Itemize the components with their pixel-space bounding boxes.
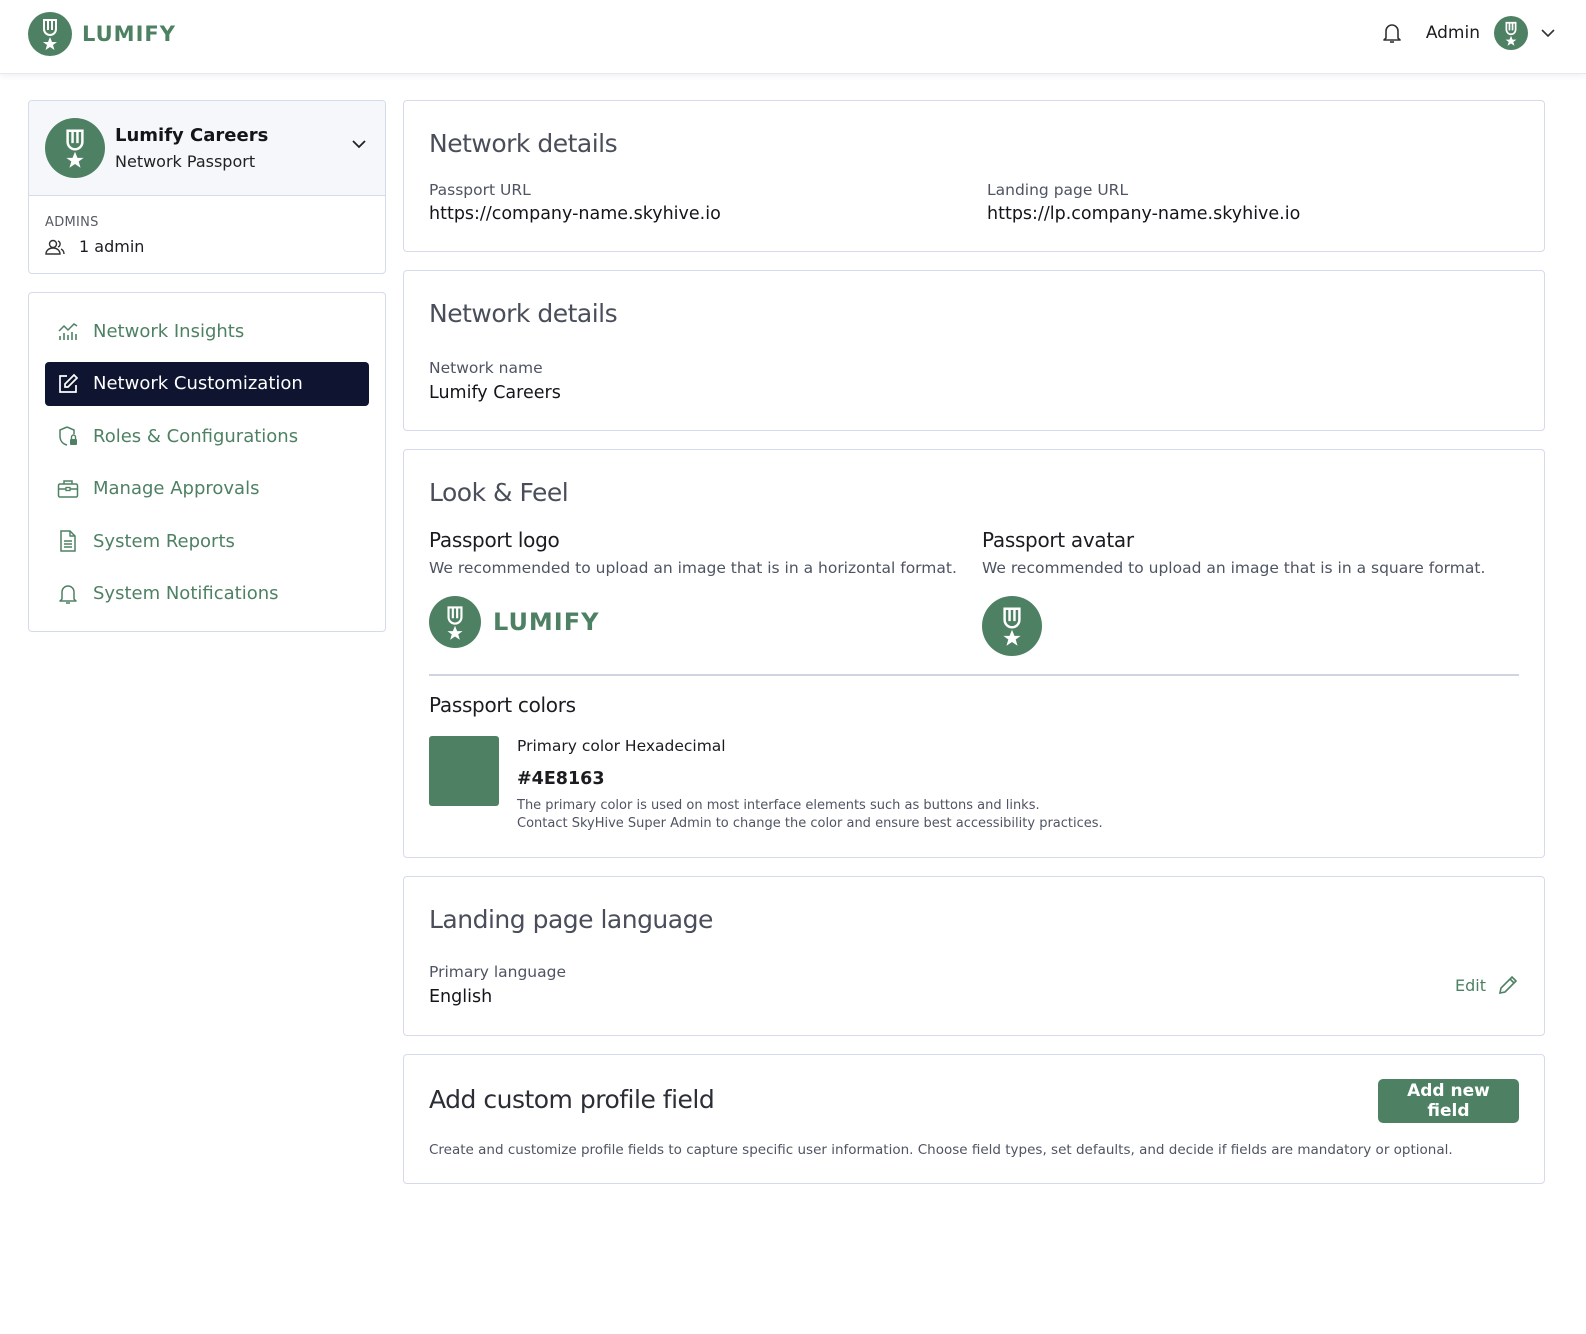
passport-avatar-hint: We recommended to upload an image that i…: [982, 559, 1486, 577]
briefcase-icon: [57, 478, 79, 500]
edit-label: Edit: [1455, 975, 1486, 995]
admins-label: ADMINS: [45, 215, 99, 230]
card-title: Add custom profile field: [429, 1085, 715, 1114]
medal-icon: [429, 596, 481, 648]
network-name-value: Lumify Careers: [429, 383, 561, 403]
user-name[interactable]: Admin: [1426, 23, 1480, 43]
org-avatar: [45, 118, 105, 178]
primary-color-label: Primary color Hexadecimal: [517, 737, 726, 755]
edit-icon: [57, 373, 79, 395]
notifications-button[interactable]: [1380, 19, 1404, 47]
org-switcher[interactable]: Lumify Careers Network Passport: [29, 101, 385, 196]
primary-color-note-2: Contact SkyHive Super Admin to change th…: [517, 816, 1103, 831]
chart-icon: [57, 320, 79, 342]
passport-url-label: Passport URL: [429, 181, 531, 199]
landing-language-card: Landing page language Primary language E…: [403, 876, 1545, 1036]
sidebar-item-label: Manage Approvals: [93, 478, 260, 499]
primary-language-value: English: [429, 987, 493, 1007]
passport-logo-hint: We recommended to upload an image that i…: [429, 559, 957, 577]
medal-icon: [982, 596, 1042, 656]
primary-language-label: Primary language: [429, 963, 566, 981]
landing-url-value: https://lp.company-name.skyhive.io: [987, 204, 1301, 224]
org-subtitle: Network Passport: [115, 152, 256, 171]
sidebar-item-label: System Reports: [93, 530, 235, 552]
primary-color-swatch: [429, 736, 499, 806]
admins-count[interactable]: 1 admin: [45, 237, 144, 256]
sidebar-item-label: System Notifications: [93, 583, 279, 604]
sidebar-item-label: Network Insights: [93, 320, 245, 342]
network-name-label: Network name: [429, 359, 543, 377]
passport-avatar-title: Passport avatar: [982, 528, 1134, 552]
edit-language-button[interactable]: Edit: [1455, 975, 1518, 995]
chevron-down-icon[interactable]: [351, 139, 367, 149]
add-new-field-button[interactable]: Add new field: [1378, 1079, 1519, 1123]
card-title: Network details: [429, 129, 618, 158]
sidebar-item-label: Roles & Configurations: [93, 425, 299, 447]
org-card: Lumify Careers Network Passport ADMINS 1…: [28, 100, 386, 274]
medal-icon: [28, 12, 72, 56]
users-icon: [45, 239, 65, 255]
sidebar-item-label: Network Customization: [93, 373, 303, 394]
custom-field-card: Add custom profile field Add new field C…: [403, 1054, 1545, 1184]
network-urls-card: Network details Passport URL https://com…: [403, 100, 1545, 252]
medal-icon: [66, 129, 84, 168]
admins-count-text: 1 admin: [79, 237, 145, 256]
custom-field-description: Create and customize profile fields to c…: [429, 1142, 1453, 1158]
sidebar-item-manage-approvals[interactable]: Manage Approvals: [45, 467, 369, 511]
document-icon: [57, 530, 79, 552]
passport-logo-title: Passport logo: [429, 528, 560, 552]
pencil-icon: [1498, 975, 1518, 995]
card-title: Landing page language: [429, 905, 713, 934]
landing-url-label: Landing page URL: [987, 181, 1129, 199]
passport-logo-preview[interactable]: LUMIFY: [429, 596, 600, 648]
sidebar-item-network-customization[interactable]: Network Customization: [45, 361, 369, 406]
brand-logo[interactable]: LUMIFY: [28, 12, 176, 56]
sidebar-item-network-insights[interactable]: Network Insights: [45, 309, 369, 353]
top-bar: LUMIFY Admin: [0, 0, 1586, 74]
primary-color-note-1: The primary color is used on most interf…: [517, 798, 1040, 813]
card-title: Look & Feel: [429, 478, 569, 507]
passport-colors-title: Passport colors: [429, 693, 576, 717]
sidebar-item-system-notifications[interactable]: System Notifications: [45, 572, 369, 616]
network-name-card: Network details Network name Lumify Care…: [403, 270, 1545, 431]
sidebar-item-system-reports[interactable]: System Reports: [45, 519, 369, 563]
sidebar-nav: Network Insights Network Customization R…: [28, 292, 386, 632]
user-avatar[interactable]: [1494, 16, 1528, 50]
bell-icon: [57, 583, 79, 605]
passport-url-value: https://company-name.skyhive.io: [429, 204, 721, 224]
passport-avatar-preview[interactable]: [982, 596, 1042, 656]
divider: [429, 674, 1519, 676]
org-title: Lumify Careers: [115, 125, 269, 146]
medal-icon: [1505, 21, 1517, 46]
primary-color-hex: #4E8163: [517, 769, 605, 789]
bell-icon: [1383, 24, 1401, 43]
logo-text: LUMIFY: [493, 608, 600, 636]
sidebar-item-roles-configurations[interactable]: Roles & Configurations: [45, 414, 369, 458]
card-title: Network details: [429, 299, 618, 328]
chevron-down-icon[interactable]: [1540, 28, 1556, 38]
look-feel-card: Look & Feel Passport logo We recommended…: [403, 449, 1545, 858]
brand-name: LUMIFY: [82, 22, 176, 46]
shield-lock-icon: [57, 425, 79, 447]
